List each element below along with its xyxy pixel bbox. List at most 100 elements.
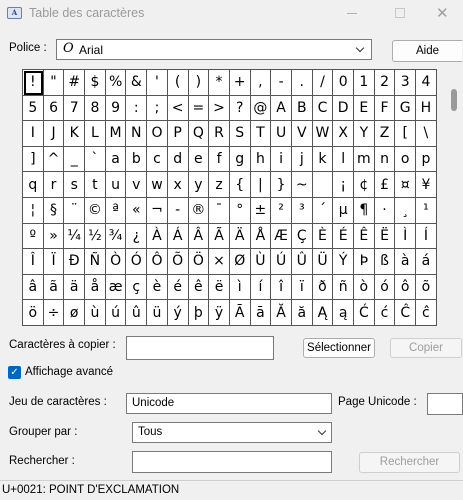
character-cell[interactable]: Ð — [64, 249, 86, 275]
character-cell[interactable]: ú — [105, 300, 127, 326]
character-cell[interactable]: 7 — [64, 95, 86, 122]
character-cell[interactable]: æ — [105, 274, 127, 301]
character-cell[interactable]: ¬ — [147, 197, 168, 224]
character-cell[interactable]: · — [374, 197, 396, 224]
character-cell[interactable]: º — [23, 223, 44, 250]
character-cell[interactable]: 0 — [333, 70, 354, 96]
character-cell[interactable]: E — [354, 95, 375, 122]
character-cell[interactable]: Þ — [354, 249, 375, 275]
character-cell[interactable]: Ä — [229, 223, 251, 250]
character-cell[interactable] — [312, 172, 334, 198]
character-cell[interactable]: ë — [209, 274, 230, 301]
character-cell[interactable]: ® — [188, 197, 210, 224]
character-cell[interactable]: Ć — [354, 300, 375, 326]
character-cell[interactable]: ^ — [43, 146, 65, 173]
character-cell[interactable]: þ — [188, 300, 210, 326]
character-cell[interactable]: F — [374, 95, 396, 122]
character-cell[interactable]: P — [167, 121, 189, 147]
character-cell[interactable]: Ú — [271, 249, 292, 275]
character-cell[interactable]: Q — [188, 121, 210, 147]
character-cell[interactable]: D — [333, 95, 354, 122]
help-button[interactable]: Aide — [392, 40, 462, 62]
character-cell[interactable]: Z — [374, 121, 396, 147]
character-cell[interactable]: Ï — [43, 249, 65, 275]
character-cell[interactable]: 2 — [374, 70, 396, 96]
character-cell[interactable]: ç — [126, 274, 148, 301]
character-cell[interactable]: . — [291, 70, 313, 96]
character-cell[interactable]: M — [105, 121, 127, 147]
character-cell[interactable]: ö — [23, 300, 44, 326]
character-cell[interactable]: = — [188, 95, 210, 122]
character-cell[interactable]: Ý — [333, 249, 354, 275]
group-by-dropdown[interactable]: Tous — [132, 422, 332, 443]
character-cell[interactable]: > — [209, 95, 230, 122]
character-cell[interactable]: \ — [416, 121, 437, 147]
character-cell[interactable]: ¡ — [333, 172, 354, 198]
character-cell[interactable]: + — [229, 70, 251, 96]
character-cell[interactable]: í — [250, 274, 272, 301]
character-cell[interactable]: B — [291, 95, 313, 122]
character-cell[interactable]: è — [147, 274, 168, 301]
character-cell[interactable]: ï — [291, 274, 313, 301]
character-cell[interactable]: Ò — [105, 249, 127, 275]
character-cell[interactable]: ¤ — [395, 172, 417, 198]
character-cell[interactable]: § — [43, 197, 65, 224]
select-button[interactable]: Sélectionner — [303, 338, 375, 358]
character-cell[interactable]: e — [188, 146, 210, 173]
character-cell[interactable]: ] — [23, 146, 44, 173]
character-cell[interactable]: U — [271, 121, 292, 147]
character-cell[interactable]: A — [271, 95, 292, 122]
character-cell[interactable]: Û — [291, 249, 313, 275]
character-cell[interactable]: L — [85, 121, 106, 147]
character-cell[interactable]: S — [229, 121, 251, 147]
character-cell[interactable]: Ñ — [85, 249, 106, 275]
character-cell[interactable]: ¦ — [23, 197, 44, 224]
character-cell[interactable]: à — [395, 249, 417, 275]
character-cell[interactable]: É — [333, 223, 354, 250]
character-cell[interactable]: x — [167, 172, 189, 198]
character-cell[interactable]: ¯ — [209, 197, 230, 224]
character-cell[interactable]: î — [271, 274, 292, 301]
character-cell[interactable]: ´ — [312, 197, 334, 224]
character-cell[interactable]: Ë — [374, 223, 396, 250]
character-cell[interactable]: n — [374, 146, 396, 173]
character-cell[interactable]: ~ — [291, 172, 313, 198]
character-cell[interactable]: Ô — [147, 249, 168, 275]
character-cell[interactable]: G — [395, 95, 417, 122]
character-cell[interactable]: ; — [147, 95, 168, 122]
character-cell[interactable]: Ø — [229, 249, 251, 275]
character-cell[interactable]: 1 — [354, 70, 375, 96]
character-cell[interactable]: 9 — [105, 95, 127, 122]
character-cell[interactable]: « — [126, 197, 148, 224]
character-cell[interactable]: h — [250, 146, 272, 173]
character-cell[interactable]: Æ — [271, 223, 292, 250]
character-cell[interactable]: õ — [416, 274, 437, 301]
character-cell[interactable]: ¸ — [395, 197, 417, 224]
character-cell[interactable]: ü — [147, 300, 168, 326]
font-dropdown[interactable]: O Arial — [56, 39, 372, 60]
character-cell[interactable]: ê — [188, 274, 210, 301]
character-cell[interactable]: f — [209, 146, 230, 173]
character-cell[interactable]: ³ — [291, 197, 313, 224]
character-cell[interactable]: u — [105, 172, 127, 198]
character-cell[interactable]: Ó — [126, 249, 148, 275]
character-cell[interactable]: % — [105, 70, 127, 96]
character-cell[interactable]: ( — [167, 70, 189, 96]
character-cell[interactable]: y — [188, 172, 210, 198]
grid-scrollbar-thumb[interactable] — [451, 89, 457, 111]
character-cell[interactable]: q — [23, 172, 44, 198]
character-cell[interactable]: ¿ — [126, 223, 148, 250]
character-cell[interactable]: d — [167, 146, 189, 173]
character-cell[interactable]: ă — [291, 300, 313, 326]
character-cell[interactable]: ¥ — [416, 172, 437, 198]
character-cell[interactable]: ª — [105, 197, 127, 224]
character-cell[interactable]: ¹ — [416, 197, 437, 224]
character-cell[interactable]: } — [271, 172, 292, 198]
character-cell[interactable]: , — [250, 70, 272, 96]
character-cell[interactable]: J — [43, 121, 65, 147]
character-cell[interactable]: m — [354, 146, 375, 173]
character-cell[interactable]: Á — [167, 223, 189, 250]
unicode-page-input[interactable] — [427, 393, 463, 415]
character-cell[interactable]: Ă — [271, 300, 292, 326]
copy-button[interactable]: Copier — [390, 338, 462, 358]
